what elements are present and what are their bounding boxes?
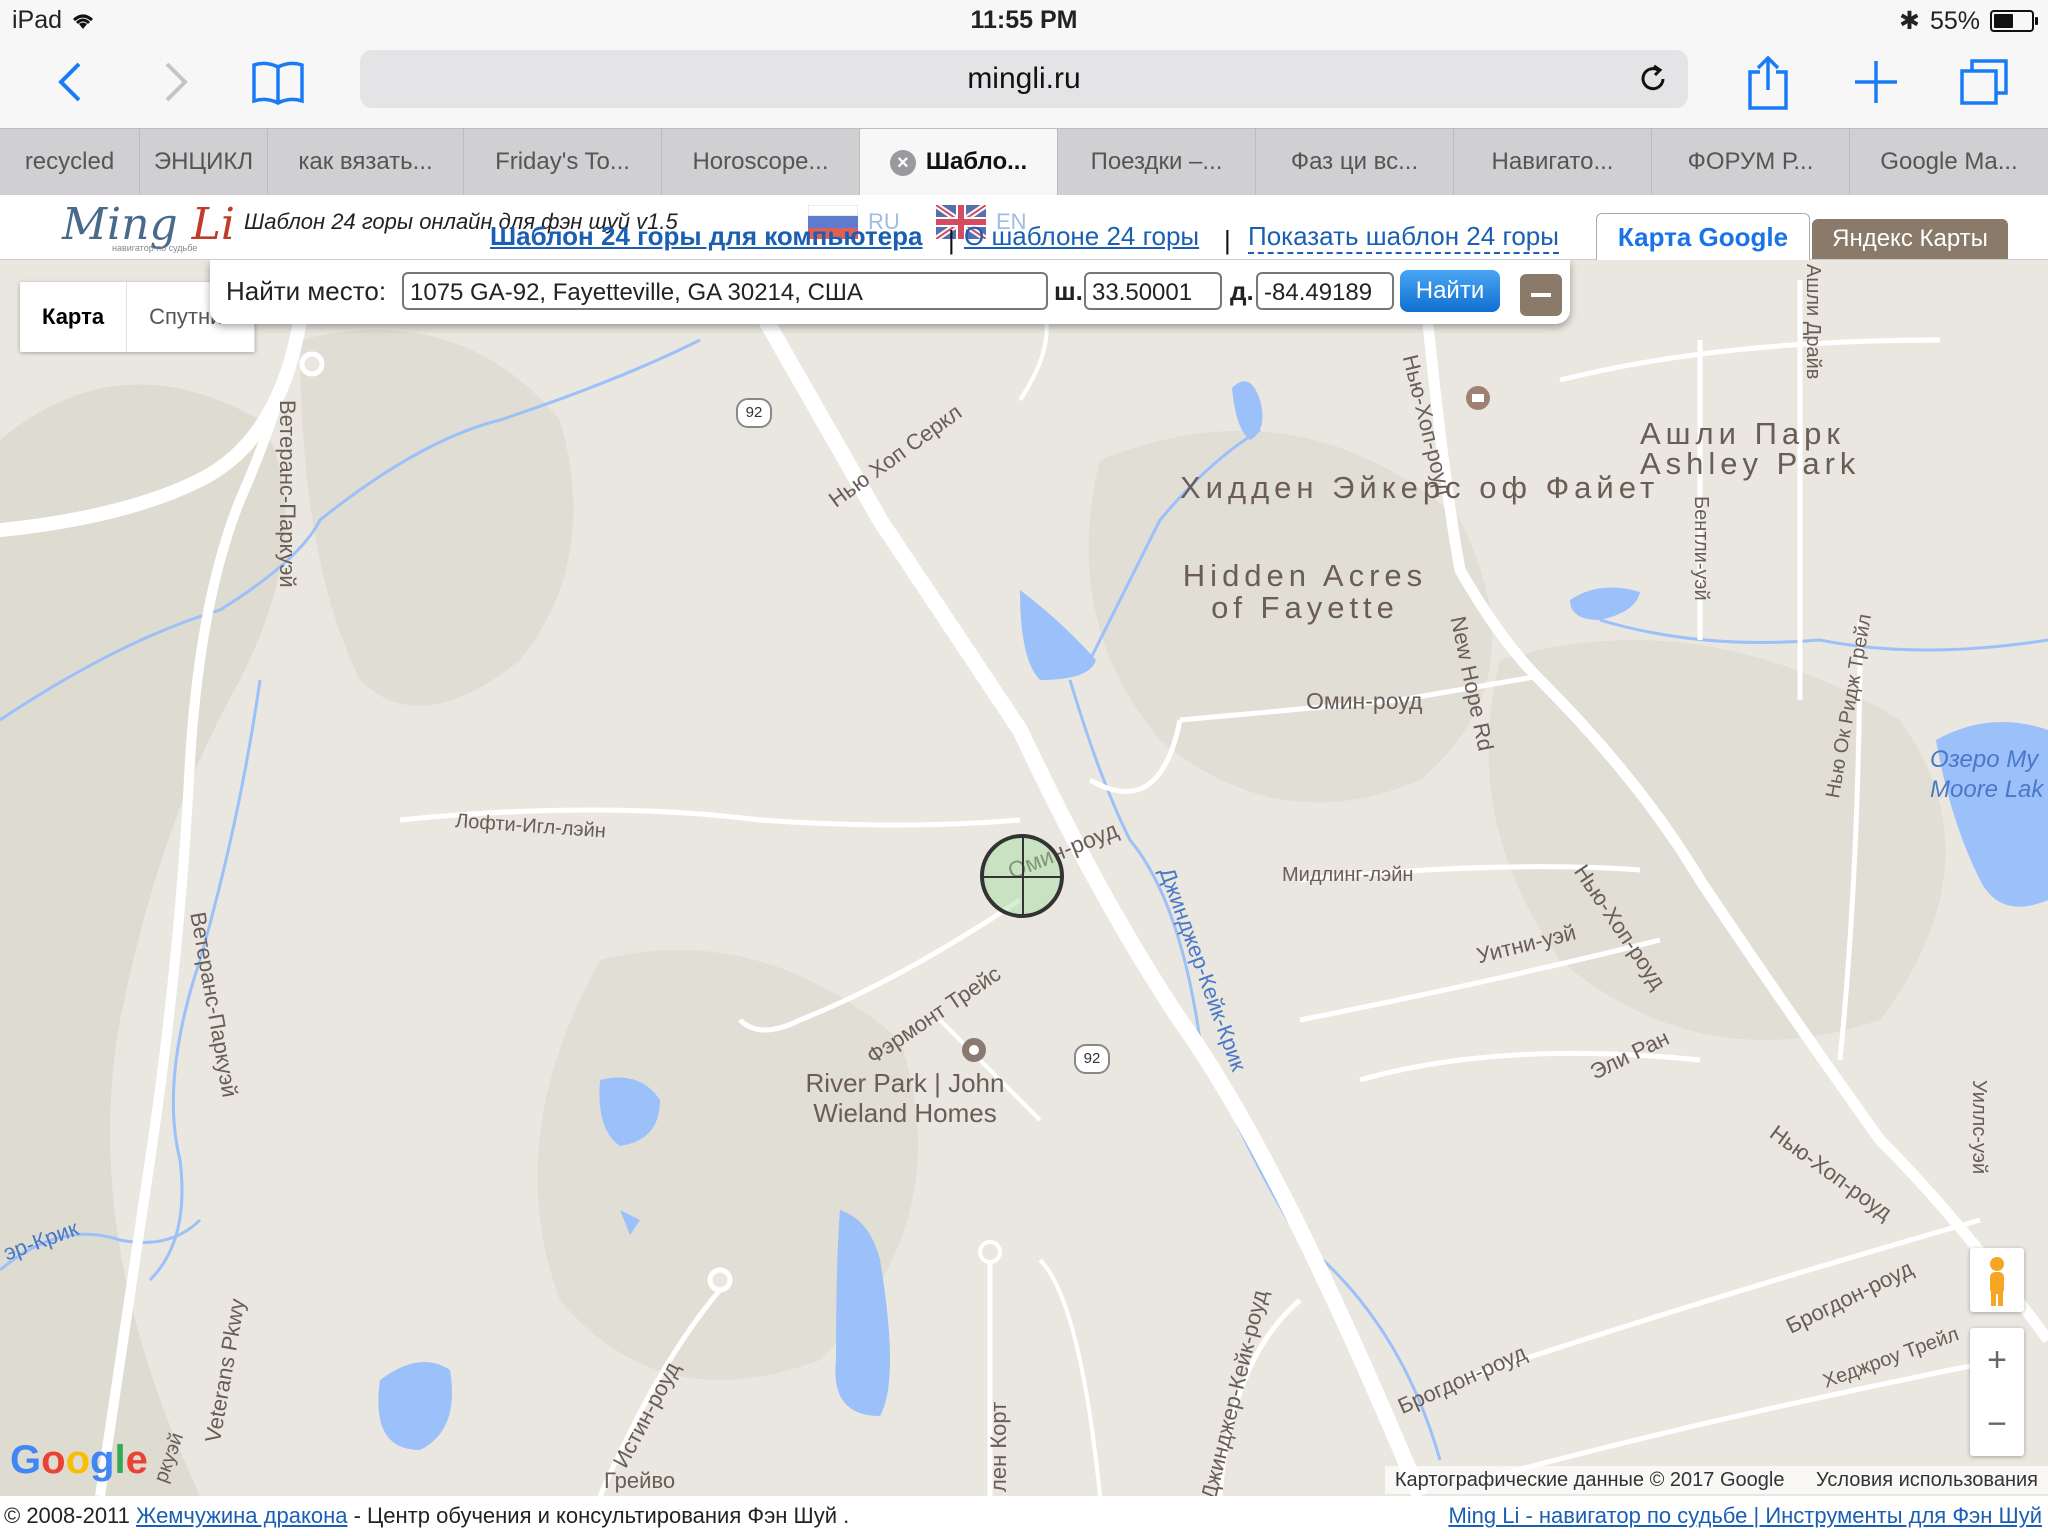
chevron-right-icon — [165, 62, 188, 102]
footer-text: - Центр обучения и консультирования Фэн … — [353, 1503, 850, 1528]
reload-icon[interactable] — [1636, 62, 1670, 96]
close-tab-icon[interactable]: × — [889, 149, 916, 176]
longitude-label: д. — [1230, 276, 1254, 306]
road-label: Уиллс-уэй — [1968, 1080, 1990, 1175]
area-label: Hidden Acres of Fayette — [1182, 558, 1428, 625]
road-label: Грейво — [604, 1468, 676, 1493]
latitude-label: ш. — [1054, 276, 1083, 306]
map-data-credit: Картографические данные © 2017 Google — [1394, 1469, 1785, 1491]
share-button[interactable] — [1738, 52, 1798, 112]
address-input[interactable]: 1075 GA-92, Fayetteville, GA 30214, США — [402, 272, 1048, 310]
link-template-computer[interactable]: Шаблон 24 горы для компьютера — [490, 221, 922, 252]
highway-shield: 92 — [736, 398, 772, 428]
tab-item[interactable]: recycled — [0, 129, 140, 195]
tab-bar: recycled ЭНЦИКЛ как вязать... Friday's T… — [0, 128, 2048, 196]
footer-link-dragon-pearl[interactable]: Жемчужина дракона — [136, 1503, 347, 1528]
tab-item-active[interactable]: × Шабло... — [860, 129, 1058, 195]
collapse-panel-button[interactable] — [1520, 274, 1562, 316]
browser-toolbar: mingli.ru — [0, 40, 2048, 128]
tab-item[interactable]: Фаз ци вс... — [1256, 129, 1454, 195]
map-canvas[interactable]: Ветеранс-Паркуэй Ветеранс-Паркуэй Vetera… — [0, 260, 2048, 1496]
tab-yandex-map[interactable]: Яндекс Карты — [1812, 219, 2008, 259]
tab-item[interactable]: ФОРУМ Р... — [1652, 129, 1850, 195]
terms-link[interactable]: Условия использования — [1816, 1469, 2038, 1491]
place-pin-icon[interactable] — [960, 1036, 988, 1064]
footer-link-mingli[interactable]: Ming Li - навигатор по судьбе | Инструме… — [1448, 1496, 2042, 1536]
tab-item[interactable]: Навигато... — [1454, 129, 1652, 195]
tabs-icon — [1960, 59, 2008, 105]
tab-item[interactable]: ЭНЦИКЛ — [140, 129, 268, 195]
url-text: mingli.ru — [967, 62, 1081, 95]
forward-button[interactable] — [146, 52, 206, 112]
battery-icon — [1990, 10, 2038, 32]
page-footer: © 2008-2011 Жемчужина дракона - Центр об… — [0, 1496, 2048, 1536]
area-label: Ashley Park — [1640, 446, 1861, 481]
latitude-input[interactable]: 33.50001 — [1084, 272, 1222, 310]
highway-shield: 92 — [1074, 1044, 1110, 1074]
street-view-pegman[interactable] — [1970, 1248, 2024, 1312]
chevron-left-icon — [58, 62, 81, 102]
road-label: лен Корт — [986, 1401, 1011, 1492]
plus-icon — [1855, 61, 1897, 103]
share-icon — [1748, 55, 1788, 110]
bookmarks-button[interactable] — [248, 52, 308, 112]
map-attribution: Картографические данные © 2017 Google Ус… — [1384, 1466, 2048, 1494]
road-label: Мидлинг-лэйн — [1282, 864, 1414, 886]
road-label: Омин-роуд — [1306, 688, 1423, 714]
poi-label[interactable]: River Park | John Wieland Homes — [770, 1068, 1040, 1128]
find-place-label: Найти место: — [226, 276, 387, 306]
tab-item[interactable]: Horoscope... — [662, 129, 860, 195]
road-label: Ветеранс-Паркуэй — [275, 400, 300, 588]
zoom-control: + − — [1970, 1328, 2024, 1456]
new-tab-button[interactable] — [1846, 52, 1906, 112]
tab-item[interactable]: Friday's To... — [464, 129, 662, 195]
status-bar: iPad 11:55 PM ✱ 55% — [0, 0, 2048, 40]
tabs-overview-button[interactable] — [1954, 52, 2014, 112]
site-header: Ming Li навигатор по судьбе Шаблон 24 го… — [0, 195, 2048, 260]
link-show-template[interactable]: Показать шаблон 24 горы — [1248, 221, 1559, 254]
lake-label: Moore Lak — [1930, 776, 2044, 803]
address-bar[interactable]: mingli.ru — [360, 50, 1688, 108]
back-button[interactable] — [40, 52, 100, 112]
link-about-template[interactable]: О шаблоне 24 горы — [964, 221, 1199, 252]
find-button[interactable]: Найти — [1400, 270, 1500, 312]
site-logo[interactable]: Ming Li навигатор по судьбе — [62, 199, 235, 253]
longitude-input[interactable]: -84.49189 — [1256, 272, 1394, 310]
location-crosshair — [980, 834, 1064, 918]
tab-item[interactable]: как вязать... — [268, 129, 464, 195]
area-label: Хидден Эйкерс оф Файет — [1180, 470, 1660, 505]
zoom-out-button[interactable]: − — [1970, 1392, 2024, 1456]
tab-google-map[interactable]: Карта Google — [1596, 213, 1810, 260]
zoom-in-button[interactable]: + — [1970, 1328, 2024, 1392]
bluetooth-icon: ✱ — [1899, 7, 1920, 35]
find-place-panel: Найти место: 1075 GA-92, Fayetteville, G… — [210, 260, 1570, 324]
map-type-map[interactable]: Карта — [20, 282, 128, 352]
road-label: Ашли Драйв — [1802, 264, 1824, 380]
book-icon — [252, 61, 304, 105]
footer-copyright: © 2008-2011 — [4, 1503, 130, 1528]
battery-percent: 55% — [1929, 6, 1980, 35]
pegman-icon — [1990, 1257, 2004, 1306]
road-label: Бентли-уэй — [1690, 496, 1712, 601]
clock: 11:55 PM — [970, 6, 1078, 34]
museum-icon[interactable] — [1464, 384, 1492, 412]
tab-item[interactable]: Поездки –... — [1058, 129, 1256, 195]
google-logo: Google — [10, 1438, 148, 1482]
tab-item[interactable]: Google Ma... — [1850, 129, 2048, 195]
separator: | — [1224, 225, 1231, 255]
separator: | — [948, 225, 955, 255]
lake-label: Озеро My — [1930, 746, 2039, 773]
